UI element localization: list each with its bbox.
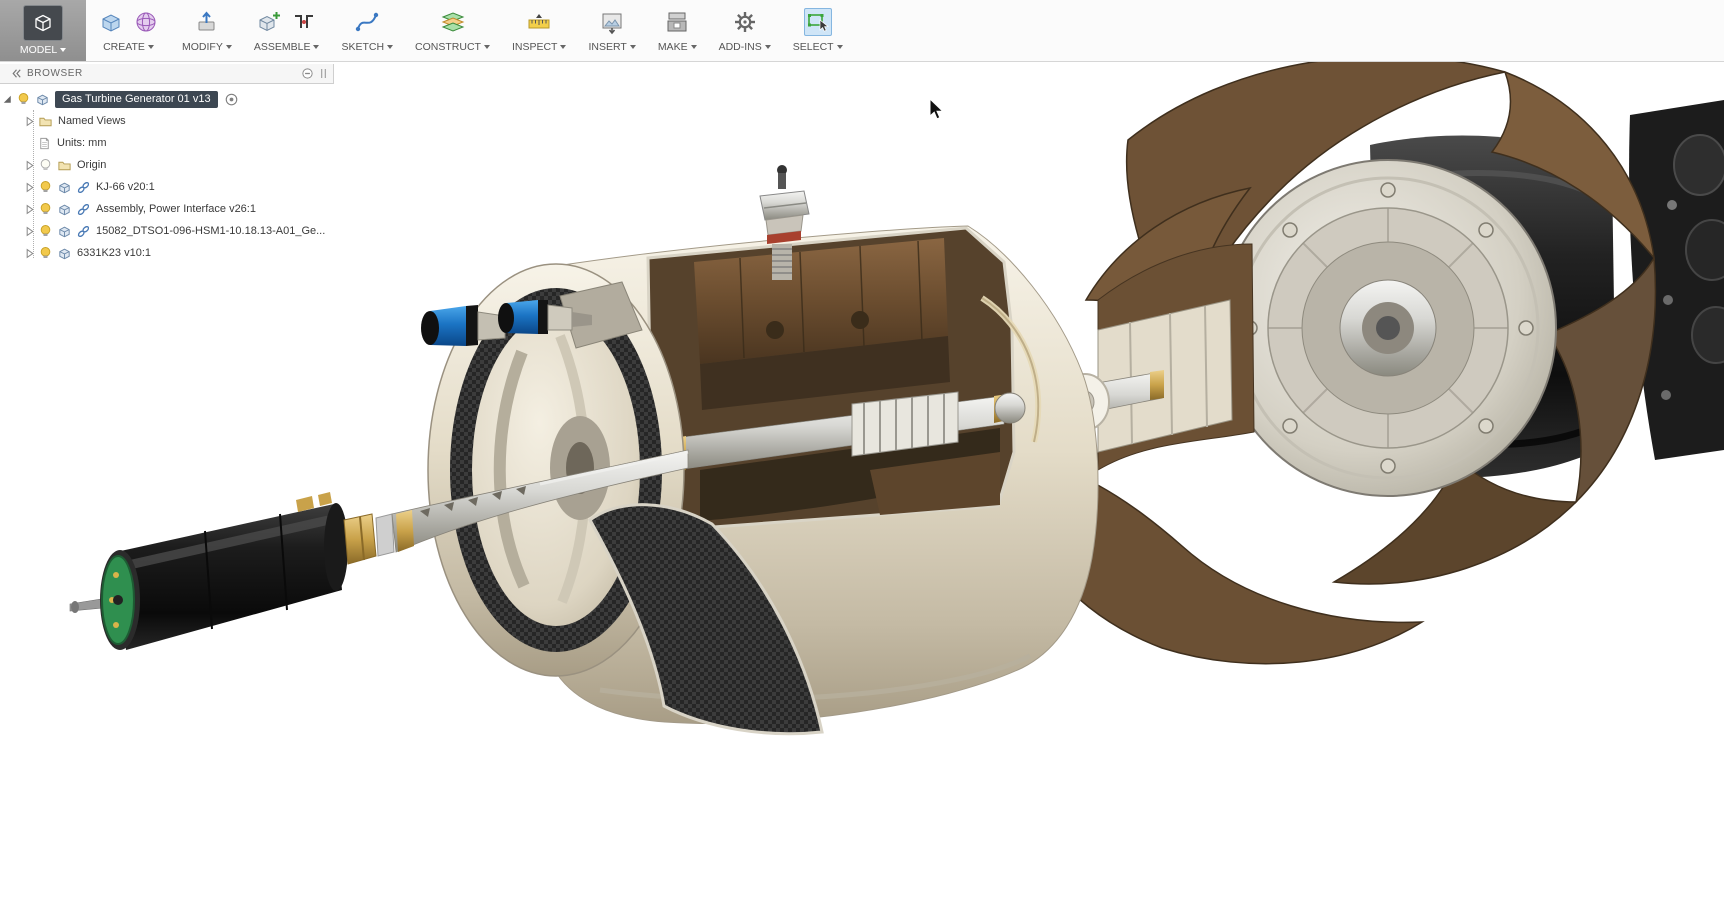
- tree-item-power-interface[interactable]: Assembly, Power Interface v26:1: [0, 198, 334, 220]
- chevron-down-icon: [630, 45, 636, 49]
- link-icon: [75, 201, 91, 217]
- toolbar-group-addins[interactable]: ADD-INS: [708, 0, 782, 61]
- visibility-bulb-icon[interactable]: [15, 91, 31, 107]
- chevron-down-icon: [484, 45, 490, 49]
- display-settings-icon[interactable]: [301, 67, 314, 80]
- browser-header: BROWSER: [0, 64, 334, 84]
- tree-item-label[interactable]: 6331K23 v10:1: [77, 247, 151, 259]
- visibility-bulb-icon[interactable]: [37, 179, 53, 195]
- toolbar-group-modify[interactable]: MODIFY: [171, 0, 243, 61]
- chevron-down-icon: [313, 45, 319, 49]
- link-icon: [75, 223, 91, 239]
- inspect-label: INSPECT: [512, 41, 558, 53]
- tree-item-units[interactable]: Units: mm: [0, 132, 334, 154]
- press-pull-icon[interactable]: [193, 8, 221, 36]
- toolbar-group-construct[interactable]: CONSTRUCT: [404, 0, 501, 61]
- gear-icon[interactable]: [731, 8, 759, 36]
- collapse-panel-icon[interactable]: [10, 67, 23, 80]
- component-icon: [34, 91, 50, 107]
- construct-plane-icon[interactable]: [439, 8, 467, 36]
- document-icon: [36, 135, 52, 151]
- activate-component-radio[interactable]: [224, 91, 240, 107]
- toolbar-group-inspect[interactable]: INSPECT: [501, 0, 578, 61]
- select-tool-icon[interactable]: [804, 8, 832, 36]
- modify-label: MODIFY: [182, 41, 223, 53]
- visibility-bulb-icon[interactable]: [37, 223, 53, 239]
- chevron-down-icon: [387, 45, 393, 49]
- folder-icon: [37, 113, 53, 129]
- toolbar-group-insert[interactable]: INSERT: [577, 0, 646, 61]
- tree-item-6331k23[interactable]: 6331K23 v10:1: [0, 242, 334, 264]
- model-workspace-icon: [23, 5, 63, 41]
- make-label: MAKE: [658, 41, 688, 53]
- create-box-icon[interactable]: [97, 8, 125, 36]
- chevron-down-icon: [560, 45, 566, 49]
- tree-item-named-views[interactable]: Named Views: [0, 110, 334, 132]
- workspace-label: MODEL: [20, 44, 57, 56]
- component-icon: [56, 223, 72, 239]
- expand-collapsed-icon[interactable]: [22, 158, 37, 173]
- chevron-down-icon: [148, 45, 154, 49]
- assemble-label: ASSEMBLE: [254, 41, 311, 53]
- toolbar-group-create[interactable]: CREATE: [86, 0, 171, 61]
- expand-collapsed-icon[interactable]: [22, 114, 37, 129]
- bearing-flange[interactable]: [1220, 160, 1556, 496]
- tree-item-label[interactable]: Assembly, Power Interface v26:1: [96, 203, 256, 215]
- insert-label: INSERT: [588, 41, 626, 53]
- toolbar-group-sketch[interactable]: SKETCH: [330, 0, 404, 61]
- insert-canvas-icon[interactable]: [598, 8, 626, 36]
- tree-item-15082[interactable]: 15082_DTSO1-096-HSM1-10.18.13-A01_Ge...: [0, 220, 334, 242]
- tree-item-label[interactable]: Units: mm: [57, 137, 107, 149]
- chevron-down-icon: [691, 45, 697, 49]
- chevron-down-icon: [60, 48, 66, 52]
- expand-collapsed-icon[interactable]: [22, 202, 37, 217]
- select-label: SELECT: [793, 41, 834, 53]
- expand-collapsed-icon[interactable]: [22, 224, 37, 239]
- chevron-down-icon: [765, 45, 771, 49]
- measure-icon[interactable]: [525, 8, 553, 36]
- browser-tree: Gas Turbine Generator 01 v13 Named Views…: [0, 84, 334, 264]
- addins-label: ADD-INS: [719, 41, 762, 53]
- chevron-down-icon: [226, 45, 232, 49]
- toolbar-group-select[interactable]: SELECT: [782, 0, 854, 61]
- expand-collapsed-icon[interactable]: [22, 246, 37, 261]
- tree-item-kj66[interactable]: KJ-66 v20:1: [0, 176, 334, 198]
- browser-panel: BROWSER Gas Turbine Generator 01 v13: [0, 64, 334, 264]
- component-icon: [56, 201, 72, 217]
- workspace-selector[interactable]: MODEL: [0, 0, 86, 61]
- component-icon: [56, 179, 72, 195]
- browser-title: BROWSER: [27, 68, 296, 79]
- tree-item-origin[interactable]: Origin: [0, 154, 334, 176]
- sketch-label: SKETCH: [341, 41, 384, 53]
- tree-item-label[interactable]: KJ-66 v20:1: [96, 181, 155, 193]
- joint-icon[interactable]: [290, 8, 318, 36]
- root-component-label[interactable]: Gas Turbine Generator 01 v13: [55, 91, 218, 108]
- expand-collapsed-icon[interactable]: [22, 180, 37, 195]
- tree-item-label[interactable]: 15082_DTSO1-096-HSM1-10.18.13-A01_Ge...: [96, 225, 325, 237]
- visibility-bulb-icon[interactable]: [37, 201, 53, 217]
- component-icon: [56, 245, 72, 261]
- toolbar: MODEL CREATE MODIFY AS: [0, 0, 1724, 62]
- chevron-down-icon: [837, 45, 843, 49]
- folder-icon: [56, 157, 72, 173]
- tree-item-label[interactable]: Named Views: [58, 115, 126, 127]
- new-component-icon[interactable]: [255, 8, 283, 36]
- starter-motor[interactable]: [70, 492, 394, 650]
- sketch-spline-icon[interactable]: [353, 8, 381, 36]
- visibility-bulb-off-icon[interactable]: [37, 157, 53, 173]
- tree-item-root[interactable]: Gas Turbine Generator 01 v13: [0, 88, 334, 110]
- create-label: CREATE: [103, 41, 145, 53]
- expand-open-icon[interactable]: [0, 92, 15, 107]
- construct-label: CONSTRUCT: [415, 41, 481, 53]
- panel-grip-icon[interactable]: [319, 67, 328, 80]
- create-form-sphere-icon[interactable]: [132, 8, 160, 36]
- tree-item-label[interactable]: Origin: [77, 159, 106, 171]
- make-3dprint-icon[interactable]: [663, 8, 691, 36]
- link-icon: [75, 179, 91, 195]
- toolbar-group-make[interactable]: MAKE: [647, 0, 708, 61]
- visibility-bulb-icon[interactable]: [37, 245, 53, 261]
- toolbar-group-assemble[interactable]: ASSEMBLE: [243, 0, 331, 61]
- tree-guide-line: [33, 110, 34, 258]
